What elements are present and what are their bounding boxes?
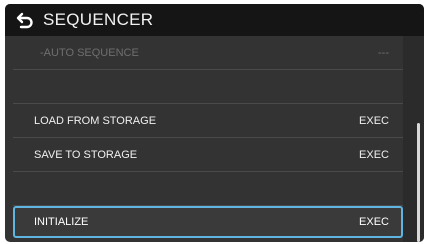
menu-list: -AUTO SEQUENCE --- LOAD FROM STORAGE EXE…: [13, 36, 403, 238]
sequencer-panel: SEQUENCER -AUTO SEQUENCE --- LOAD FROM S…: [5, 4, 424, 242]
menu-row-load-from-storage[interactable]: LOAD FROM STORAGE EXEC: [13, 104, 403, 138]
menu-row-value: ---: [378, 46, 389, 59]
back-arrow-icon[interactable]: [16, 11, 34, 29]
scroll-track: [403, 36, 424, 242]
exec-button[interactable]: EXEC: [359, 115, 389, 127]
exec-button[interactable]: EXEC: [359, 216, 389, 228]
menu-header: SEQUENCER: [5, 4, 424, 36]
menu-row-blank: [13, 172, 403, 206]
menu-row-label: SAVE TO STORAGE: [34, 148, 138, 161]
menu-row-label: INITIALIZE: [34, 216, 89, 228]
menu-row-auto-sequence: -AUTO SEQUENCE ---: [13, 36, 403, 70]
menu-row-blank: [13, 70, 403, 104]
screen: SEQUENCER -AUTO SEQUENCE --- LOAD FROM S…: [0, 0, 429, 244]
menu-row-initialize[interactable]: INITIALIZE EXEC: [13, 206, 403, 238]
menu-row-label: -AUTO SEQUENCE: [40, 46, 139, 59]
exec-button[interactable]: EXEC: [359, 149, 389, 161]
menu-row-label: LOAD FROM STORAGE: [34, 114, 157, 127]
scrollbar-thumb[interactable]: [417, 123, 420, 242]
page-title: SEQUENCER: [43, 10, 154, 29]
menu-row-save-to-storage[interactable]: SAVE TO STORAGE EXEC: [13, 138, 403, 172]
